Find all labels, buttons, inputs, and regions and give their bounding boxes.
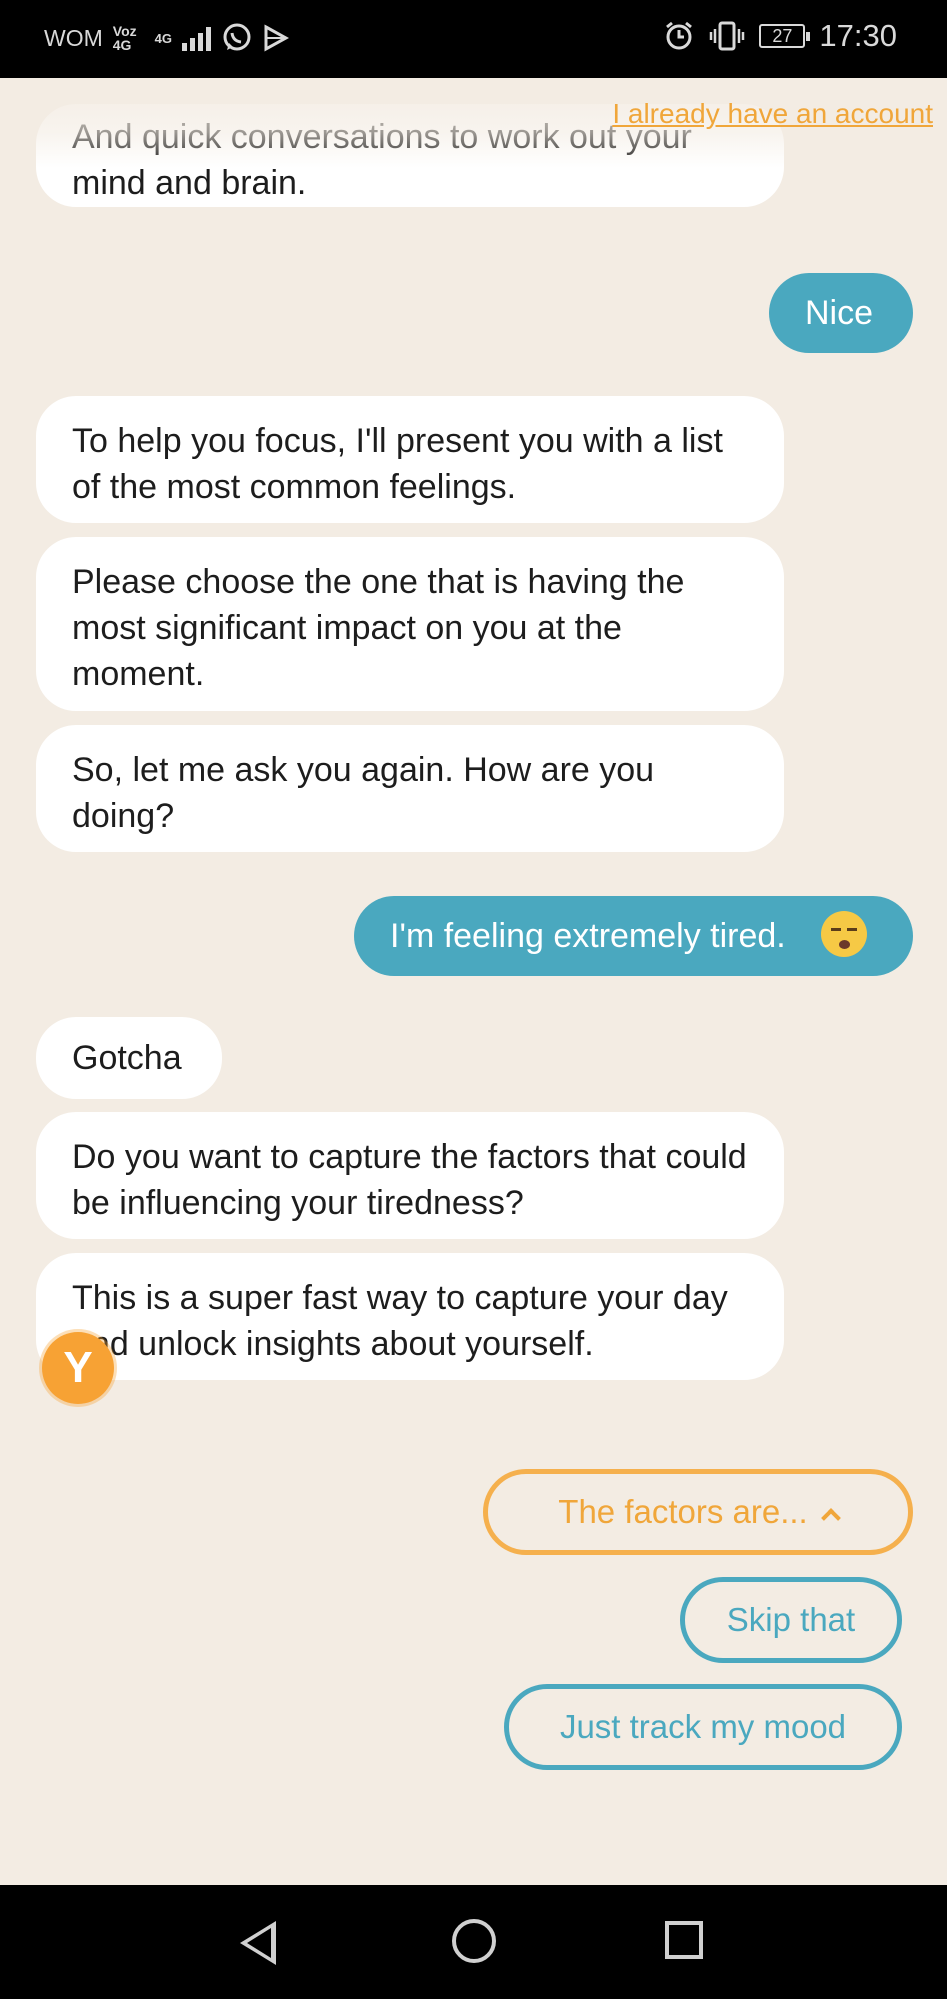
bot-message: So, let me ask you again. How are you do… (36, 725, 784, 852)
message-text: Nice (805, 294, 874, 332)
battery-icon: 27 (759, 24, 811, 48)
message-text: So, let me ask you again. How are you do… (72, 751, 655, 835)
play-store-icon (264, 24, 289, 52)
user-message: I'm feeling extremely tired. (354, 896, 913, 976)
vibrate-icon (710, 21, 745, 51)
back-icon[interactable] (240, 1921, 276, 1965)
message-text: To help you focus, I'll present you with… (72, 422, 723, 506)
signal-type: 4G (154, 30, 172, 46)
bot-avatar: Y (42, 1332, 114, 1404)
navigation-bar (0, 1885, 947, 1999)
whatsapp-icon (223, 23, 251, 51)
bot-message: Please choose the one that is having the… (36, 537, 784, 711)
status-right: 27 17:30 (663, 18, 897, 54)
message-text: Do you want to capture the factors that … (72, 1138, 747, 1222)
clock: 17:30 (819, 18, 897, 53)
message-text: This is a super fast way to capture your… (72, 1279, 728, 1363)
message-text: Gotcha (72, 1039, 182, 1077)
status-left: WOM Voz 4G 4G (44, 22, 289, 54)
user-message: Nice (769, 273, 913, 353)
message-text: Please choose the one that is having the… (72, 563, 685, 693)
network-bottom: 4G (112, 37, 132, 53)
network-type: Voz 4G (113, 24, 137, 52)
alarm-icon (666, 21, 693, 50)
skip-button[interactable]: Skip that (680, 1577, 902, 1663)
chevron-up-icon (820, 1508, 841, 1528)
carrier-label: WOM (44, 24, 103, 51)
factors-button-label: The factors are... (558, 1493, 808, 1530)
factors-button[interactable]: The factors are... (483, 1469, 913, 1555)
skip-button-label: Skip that (726, 1601, 856, 1638)
sleepy-face-icon (821, 911, 868, 958)
already-have-account-link[interactable]: I already have an account (612, 98, 933, 130)
track-mood-button-label: Just track my mood (559, 1708, 847, 1745)
status-bar: WOM Voz 4G 4G 27 17:30 (0, 0, 947, 78)
bot-message: To help you focus, I'll present you with… (36, 396, 784, 523)
signal-icon (181, 25, 211, 51)
bot-message: This is a super fast way to capture your… (36, 1253, 784, 1380)
home-icon[interactable] (452, 1919, 496, 1963)
battery-level: 27 (772, 26, 793, 46)
message-text: And quick conversations to work out your… (72, 118, 692, 202)
track-mood-button[interactable]: Just track my mood (504, 1684, 902, 1770)
avatar-letter: Y (63, 1343, 93, 1392)
bot-message: Gotcha (36, 1017, 222, 1099)
recent-apps-icon[interactable] (665, 1921, 703, 1959)
message-text: I'm feeling extremely tired. (390, 917, 786, 955)
bot-message: Do you want to capture the factors that … (36, 1112, 784, 1239)
